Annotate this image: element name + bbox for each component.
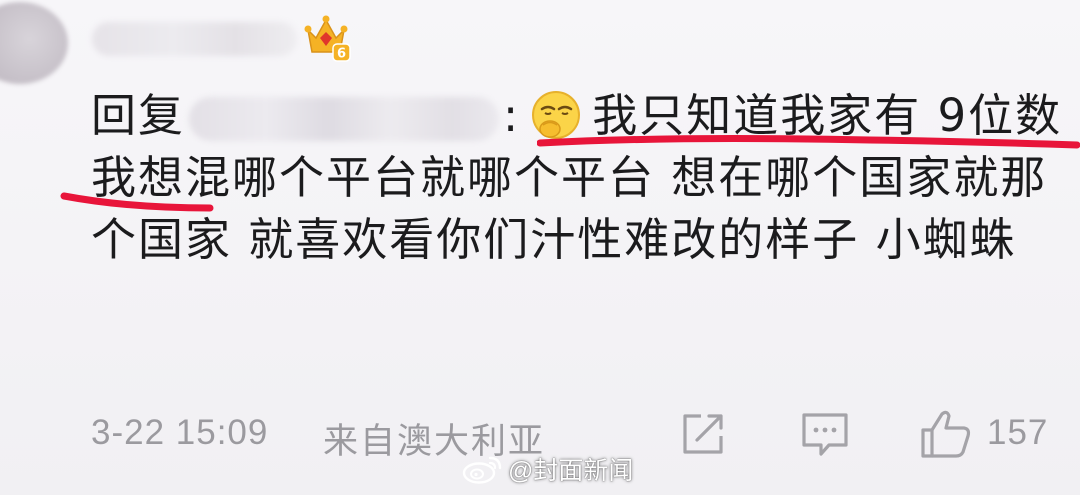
share-icon[interactable]: [679, 410, 727, 458]
like-count: 157: [987, 413, 1049, 452]
crown-level-badge-icon[interactable]: 6: [300, 10, 352, 62]
watermark-text: @封面新闻: [508, 457, 634, 485]
comment-icon[interactable]: [799, 410, 851, 458]
username-blurred[interactable]: [92, 22, 297, 56]
red-highlight-underline: [60, 192, 214, 212]
weibo-comment-screen: 6 回复: 我只知道我家有 9位数 我想混哪个平台就哪个平台 想在哪个国家就那个…: [0, 0, 1080, 495]
replied-user-blurred[interactable]: [189, 97, 500, 141]
avatar[interactable]: [0, 2, 68, 84]
weibo-logo-icon: [462, 456, 502, 484]
reply-label: 回复: [91, 89, 186, 142]
thumbs-up-icon[interactable]: [919, 408, 973, 460]
red-highlight-underline: [537, 135, 1080, 149]
badge-level-number: 6: [337, 47, 346, 62]
source-watermark: @封面新闻: [462, 452, 633, 486]
reply-colon: :: [503, 89, 521, 142]
comment-text: 回复: 我只知道我家有 9位数 我想混哪个平台就哪个平台 想在哪个国家就那个国家…: [91, 85, 1066, 271]
comment-timestamp: 3-22 15:09: [91, 413, 269, 452]
